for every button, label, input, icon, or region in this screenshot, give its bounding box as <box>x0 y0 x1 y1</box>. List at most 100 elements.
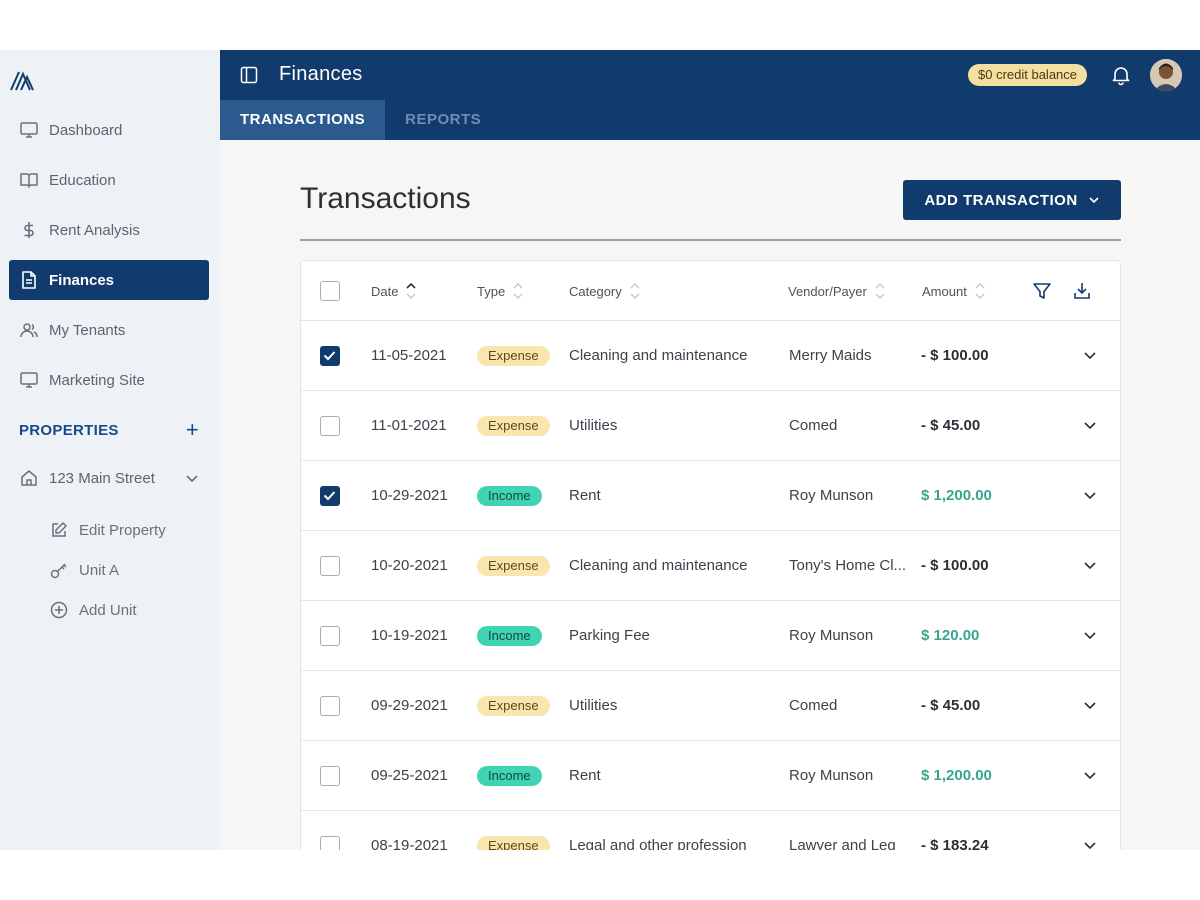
table-row[interactable]: 11-05-2021 Expense Cleaning and maintenanc… <box>301 321 1120 391</box>
row-date: 11-01-2021 <box>371 417 447 434</box>
row-amount: $ 120.00 <box>921 627 980 644</box>
row-amount: - $ 45.00 <box>921 697 981 714</box>
select-all-checkbox[interactable] <box>320 281 340 301</box>
sidebar-item-education[interactable]: Education <box>9 160 209 200</box>
column-amount[interactable]: Amount <box>922 281 985 301</box>
row-date: 10-20-2021 <box>371 557 448 574</box>
column-vendor[interactable]: Vendor/Payer <box>788 281 885 301</box>
unit-a-item[interactable]: Unit A <box>49 560 119 580</box>
row-checkbox[interactable] <box>320 556 340 576</box>
sort-icon[interactable] <box>406 281 417 301</box>
sidebar-item-label: Marketing Site <box>49 371 145 389</box>
sidebar: Dashboard Education Rent Analysis Finances M… <box>0 50 220 850</box>
page-title: Transactions <box>300 182 471 215</box>
row-category: Legal and other profession <box>569 837 747 850</box>
avatar-image <box>1150 59 1182 91</box>
dollar-icon <box>19 220 39 240</box>
sort-icon[interactable] <box>630 281 640 301</box>
table-row[interactable]: 10-19-2021 Income Parking Fee Roy Munson $ 1… <box>301 601 1120 671</box>
properties-header: PROPERTIES + <box>19 419 199 441</box>
expand-chevron-icon[interactable] <box>1083 418 1097 432</box>
row-amount: - $ 183.24 <box>921 837 989 850</box>
row-vendor: Roy Munson <box>789 627 874 644</box>
monitor-icon <box>19 370 39 390</box>
row-date: 09-25-2021 <box>371 767 448 784</box>
row-checkbox[interactable] <box>320 486 340 506</box>
sort-icon[interactable] <box>875 281 885 301</box>
sidebar-item-rent-analysis[interactable]: Rent Analysis <box>9 210 209 250</box>
table-row[interactable]: 10-29-2021 Income Rent Roy Munson $ 1,200.00 <box>301 461 1120 531</box>
table-row[interactable]: 08-19-2021 Expense Legal and other profess… <box>301 811 1120 850</box>
type-badge: Income <box>477 766 542 786</box>
type-badge: Expense <box>477 696 550 716</box>
sidebar-item-marketing-site[interactable]: Marketing Site <box>9 360 209 400</box>
row-vendor: Merry Maids <box>789 347 872 364</box>
download-icon[interactable] <box>1072 281 1092 301</box>
row-vendor: Lawyer and Leg <box>789 837 896 850</box>
expand-chevron-icon[interactable] <box>1083 558 1097 572</box>
edit-property-item[interactable]: Edit Property <box>49 520 166 540</box>
chevron-down-icon[interactable] <box>185 471 199 485</box>
row-category: Cleaning and maintenance <box>569 347 748 364</box>
book-icon <box>19 170 39 190</box>
type-badge: Expense <box>477 346 550 366</box>
expand-chevron-icon[interactable] <box>1083 488 1097 502</box>
column-category[interactable]: Category <box>569 281 640 301</box>
row-vendor: Tony's Home Cl... <box>789 557 907 574</box>
sort-icon[interactable] <box>975 281 985 301</box>
row-category: Rent <box>569 487 601 504</box>
row-checkbox[interactable] <box>320 416 340 436</box>
sidebar-item-dashboard[interactable]: Dashboard <box>9 110 209 150</box>
expand-chevron-icon[interactable] <box>1083 838 1097 850</box>
credit-balance-badge[interactable]: $0 credit balance <box>968 64 1088 86</box>
add-unit-item[interactable]: Add Unit <box>49 600 137 620</box>
row-checkbox[interactable] <box>320 346 340 366</box>
column-date[interactable]: Date <box>371 281 417 301</box>
app-frame: Dashboard Education Rent Analysis Finances M… <box>0 50 1200 850</box>
table-row[interactable]: 09-29-2021 Expense Utilities Comed - $ 45.00 <box>301 671 1120 741</box>
sidebar-item-my-tenants[interactable]: My Tenants <box>9 310 209 350</box>
tab-transactions[interactable]: TRANSACTIONS <box>220 100 386 140</box>
header-tabs: TRANSACTIONS REPORTS <box>220 100 501 140</box>
property-label: 123 Main Street <box>49 469 155 487</box>
row-date: 10-29-2021 <box>371 487 448 504</box>
title-divider <box>300 239 1121 241</box>
add-property-icon[interactable]: + <box>186 419 199 441</box>
table-row[interactable]: 10-20-2021 Expense Cleaning and maintenanc… <box>301 531 1120 601</box>
row-checkbox[interactable] <box>320 836 340 850</box>
column-category-label: Category <box>569 283 622 299</box>
column-amount-label: Amount <box>922 283 967 299</box>
row-checkbox[interactable] <box>320 696 340 716</box>
row-amount: - $ 100.00 <box>921 557 989 574</box>
row-date: 09-29-2021 <box>371 697 448 714</box>
add-transaction-button[interactable]: ADD TRANSACTION <box>903 180 1121 220</box>
filter-icon[interactable] <box>1032 281 1052 301</box>
table-row[interactable]: 11-01-2021 Expense Utilities Comed - $ 45.00 <box>301 391 1120 461</box>
expand-chevron-icon[interactable] <box>1083 768 1097 782</box>
row-date: 08-19-2021 <box>371 837 448 850</box>
unit-a-label: Unit A <box>79 561 120 579</box>
row-category: Parking Fee <box>569 627 650 644</box>
bell-icon[interactable] <box>1110 64 1132 86</box>
row-category: Utilities <box>569 417 618 434</box>
avatar[interactable] <box>1150 59 1182 91</box>
property-item[interactable]: 123 Main Street <box>19 468 199 488</box>
app-logo-icon[interactable] <box>10 68 36 92</box>
expand-chevron-icon[interactable] <box>1083 348 1097 362</box>
tab-reports[interactable]: REPORTS <box>385 100 501 140</box>
expand-chevron-icon[interactable] <box>1083 628 1097 642</box>
row-checkbox[interactable] <box>320 766 340 786</box>
column-type[interactable]: Type <box>477 281 523 301</box>
sidebar-item-finances[interactable]: Finances <box>9 260 209 300</box>
row-vendor: Comed <box>789 697 838 714</box>
table-header: Date Type Category Vendor/Payer Amount <box>301 261 1120 321</box>
expand-chevron-icon[interactable] <box>1083 698 1097 712</box>
row-checkbox[interactable] <box>320 626 340 646</box>
type-badge: Income <box>477 626 542 646</box>
row-amount: - $ 45.00 <box>921 417 981 434</box>
sidebar-toggle-icon[interactable] <box>240 66 258 84</box>
table-row[interactable]: 09-25-2021 Income Rent Roy Munson $ 1,200.00 <box>301 741 1120 811</box>
key-icon <box>50 563 67 579</box>
sort-icon[interactable] <box>513 281 523 301</box>
monitor-icon <box>19 120 39 140</box>
